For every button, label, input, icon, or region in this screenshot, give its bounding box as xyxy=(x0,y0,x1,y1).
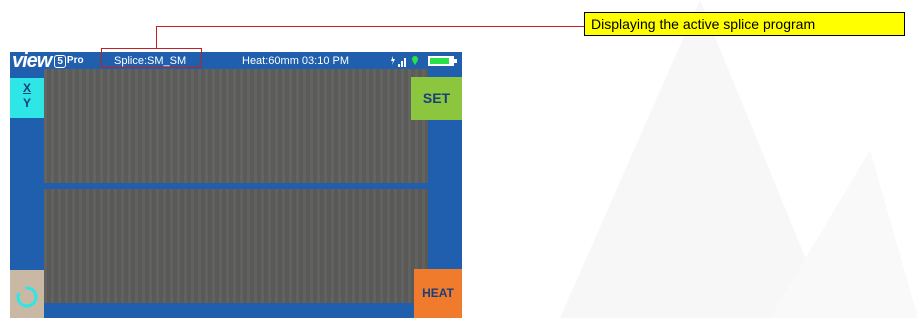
leader-line-horizontal xyxy=(156,26,584,27)
heat-button[interactable]: HEAT xyxy=(414,269,462,318)
status-bar: view 5 Pro Splice:SM_SM Heat:60mm 03:10 … xyxy=(10,52,462,72)
xy-button-y-label: Y xyxy=(22,96,31,110)
callout-label: Displaying the active splice program xyxy=(584,12,905,36)
battery-level-fill xyxy=(430,58,449,64)
xy-button-x-label: X xyxy=(22,81,31,95)
brand-logo: view 5 Pro xyxy=(12,52,84,72)
xy-toggle-button[interactable]: X Y xyxy=(10,78,44,118)
leader-line-vertical xyxy=(156,26,157,48)
battery-tip xyxy=(454,59,457,63)
brand-model-suffix: Pro xyxy=(66,55,84,66)
refresh-icon xyxy=(16,286,38,308)
brand-name: view xyxy=(12,52,52,72)
heat-time-status: Heat:60mm 03:10 PM xyxy=(242,55,349,67)
set-button[interactable]: SET xyxy=(411,77,462,120)
splicer-screen: view 5 Pro Splice:SM_SM Heat:60mm 03:10 … xyxy=(10,52,462,318)
background-shape xyxy=(560,0,918,318)
location-pin-icon xyxy=(412,56,418,65)
signal-bars-icon xyxy=(398,58,406,67)
lightning-icon xyxy=(391,56,395,65)
fiber-view-y xyxy=(44,189,428,303)
battery-icon xyxy=(428,56,454,66)
brand-model-number: 5 xyxy=(54,54,66,68)
reset-button[interactable] xyxy=(10,270,44,318)
status-icons xyxy=(391,56,418,67)
splice-program-highlight xyxy=(101,48,202,68)
fiber-view-x xyxy=(44,69,428,183)
